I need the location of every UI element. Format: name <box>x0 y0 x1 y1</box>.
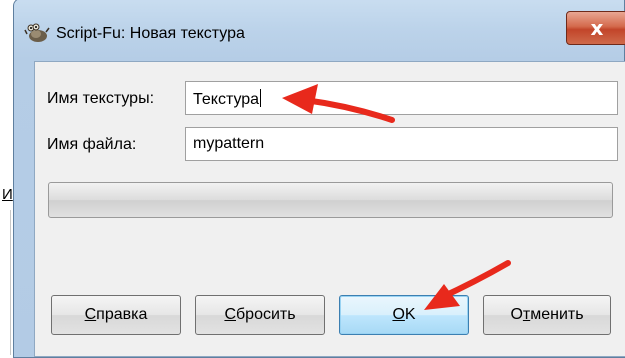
help-mnemonic: С <box>84 306 97 323</box>
reset-mnemonic: С <box>224 306 236 323</box>
dialog-content: Имя текстуры: Текстура Имя файла: mypatt… <box>34 61 625 357</box>
cancel-label-start: О <box>510 306 523 323</box>
file-name-value: mypattern <box>193 135 265 152</box>
background-window-border <box>10 210 11 355</box>
reset-button[interactable]: Сбросить <box>195 295 325 335</box>
title-bar[interactable]: Script-Fu: Новая текстура x <box>14 0 625 61</box>
close-button[interactable]: x <box>566 11 625 45</box>
ok-button[interactable]: ОK <box>339 295 469 335</box>
pattern-name-label: Имя текстуры: <box>47 90 155 107</box>
file-name-label: Имя файла: <box>47 136 137 153</box>
reset-label: бросить <box>236 306 296 323</box>
background-window-label-fragment: И <box>2 186 13 203</box>
ok-label: K <box>404 306 416 323</box>
close-icon: x <box>590 16 604 40</box>
help-label: правка <box>96 306 148 323</box>
script-fu-dialog: Script-Fu: Новая текстура x Имя текстуры… <box>13 0 625 358</box>
progress-bar <box>48 182 613 218</box>
cancel-label-end: менить <box>530 306 584 323</box>
gimp-wilber-icon <box>24 23 50 42</box>
pattern-name-input[interactable]: Текстура <box>185 81 618 115</box>
file-name-input[interactable]: mypattern <box>185 127 618 161</box>
ok-mnemonic: О <box>392 306 405 323</box>
text-caret <box>260 89 262 107</box>
pattern-name-value: Текстура <box>193 91 260 108</box>
help-button[interactable]: Справка <box>51 295 181 335</box>
cancel-button[interactable]: Отменить <box>483 295 611 335</box>
window-title: Script-Fu: Новая текстура <box>56 25 245 42</box>
